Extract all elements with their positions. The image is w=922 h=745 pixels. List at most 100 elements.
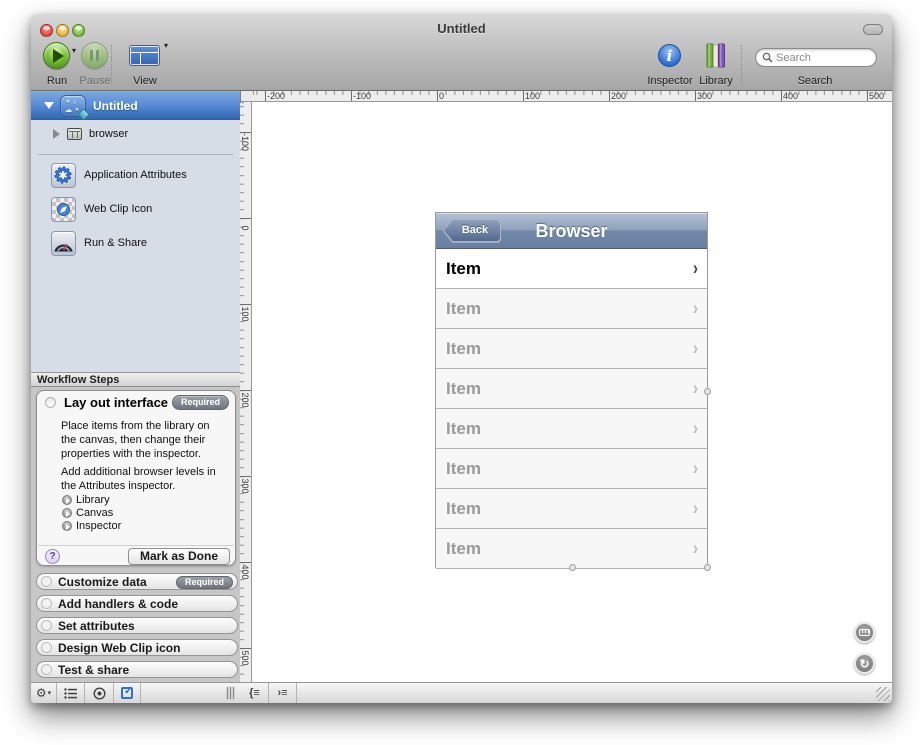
workflow-link[interactable]: Inspector	[62, 520, 121, 532]
chevron-right-icon: ›	[693, 497, 698, 519]
stack-trace-button[interactable]: ›≡	[269, 683, 297, 703]
step-status-circle	[41, 576, 52, 587]
workflow-step-collapsed[interactable]: Test & share	[36, 661, 238, 678]
record-target-button[interactable]	[85, 683, 114, 703]
inspector-button[interactable]: i Inspector	[658, 42, 682, 67]
mark-as-done-button[interactable]: Mark as Done	[128, 548, 230, 565]
sidebar-item-project[interactable]: ⚬ ♪ ☁ ⚬ Untitled	[31, 91, 240, 120]
pause-button[interactable]: Pause	[81, 42, 109, 69]
step-status-circle	[41, 620, 52, 631]
list-view-button[interactable]	[57, 683, 85, 703]
workflow-step-collapsed[interactable]: Design Web Clip icon	[36, 639, 238, 656]
workflow-step-collapsed[interactable]: Add handlers & code	[36, 595, 238, 612]
help-button[interactable]: ?	[45, 549, 60, 564]
step-status-circle[interactable]	[45, 397, 56, 408]
workflow-link[interactable]: Canvas	[62, 507, 113, 519]
pause-icon	[81, 42, 108, 69]
ruler-label: 100	[525, 91, 540, 101]
row-label: Item	[446, 459, 481, 479]
title-bar[interactable]: Untitled	[31, 14, 892, 42]
disclosure-closed-icon[interactable]	[53, 129, 60, 139]
resize-handle-bottom[interactable]	[569, 564, 576, 571]
workflow-step-collapsed[interactable]: Customize data Required	[36, 573, 238, 590]
chevron-right-icon: ›	[693, 297, 698, 319]
browser-list-icon	[67, 128, 82, 140]
step-paragraph: Add additional browser levels in the Att…	[61, 465, 227, 493]
edit-check-button[interactable]	[114, 683, 141, 703]
sidebar-item-run-share[interactable]: Run & Share	[31, 229, 240, 257]
back-button[interactable]: Back	[443, 219, 501, 242]
ruler-label: 300	[240, 472, 250, 500]
steps-source-button[interactable]: {≡	[241, 683, 269, 703]
ruler-label: 500	[869, 91, 884, 101]
inspector-icon: i	[658, 44, 681, 67]
mockup-list-row[interactable]: Item ›	[436, 249, 707, 289]
browser-label: browser	[89, 128, 128, 140]
step-title: Lay out interface	[64, 395, 168, 410]
step-label: Set attributes	[58, 619, 135, 633]
library-books-icon	[704, 42, 728, 68]
workflow-link[interactable]: Library	[62, 494, 110, 506]
sidebar-divider	[38, 154, 233, 155]
braces-list-icon: {≡	[249, 687, 260, 699]
view-dropdown-arrow[interactable]: ▾	[164, 41, 168, 50]
mockup-list-row[interactable]: Item ›	[436, 409, 707, 449]
link-label: Canvas	[76, 507, 113, 519]
chevron-right-icon: ›	[693, 337, 698, 359]
window-resize-grip[interactable]	[876, 687, 890, 701]
rotate-button[interactable]: ↻	[854, 653, 875, 674]
sidebar-item-application-attributes[interactable]: ✱ Application Attributes	[31, 161, 240, 189]
view-button[interactable]: ▾ View	[129, 42, 161, 66]
mockup-list-row[interactable]: Item ›	[436, 449, 707, 489]
search-input[interactable]	[776, 52, 866, 64]
ruler-icon	[859, 629, 870, 636]
pane-drag-grip[interactable]	[227, 687, 239, 699]
sidebar-item-browser[interactable]: browser	[31, 120, 240, 147]
workflow-step-collapsed[interactable]: Set attributes	[36, 617, 238, 634]
search-field[interactable]	[755, 48, 877, 67]
run-dropdown-arrow[interactable]: ▾	[72, 46, 76, 55]
design-canvas[interactable]: Browser Back Item › Item › Item › Item ›…	[252, 102, 892, 682]
workflow-active-step: Lay out interface Required Place items f…	[36, 390, 236, 566]
toolbar-toggle-button[interactable]	[863, 24, 883, 35]
mockup-list-row[interactable]: Item ›	[436, 329, 707, 369]
view-label: View	[109, 75, 181, 87]
sidebar-item-web-clip-icon[interactable]: Web Clip Icon	[31, 195, 240, 223]
library-button[interactable]: Library	[703, 42, 729, 73]
mockup-list-row[interactable]: Item ›	[436, 529, 707, 569]
ruler-label: 300	[697, 91, 712, 101]
gear-menu-button[interactable]: ⚙▾	[31, 683, 57, 703]
chevron-down-icon: ▾	[48, 689, 52, 697]
mockup-list-row[interactable]: Item ›	[436, 369, 707, 409]
ruler-label: 100	[240, 300, 250, 328]
view-icon	[129, 45, 160, 66]
list-icon	[64, 688, 77, 699]
ruler-label: -100	[240, 128, 250, 156]
step-status-circle	[41, 664, 52, 675]
toolbar-separator	[741, 45, 742, 85]
ruler-label: 200	[240, 386, 250, 414]
workflow-steps-header: Workflow Steps	[31, 372, 240, 387]
step-status-circle	[41, 598, 52, 609]
browser-mockup[interactable]: Browser Back Item › Item › Item › Item ›…	[435, 212, 708, 568]
link-bullet-icon	[62, 508, 72, 518]
run-button[interactable]: ▾ Run	[43, 42, 71, 69]
ruler-label: -200	[267, 91, 285, 101]
step-label: Design Web Clip icon	[58, 641, 180, 655]
required-badge: Required	[176, 576, 233, 589]
mockup-list-row[interactable]: Item ›	[436, 289, 707, 329]
mockup-list-row[interactable]: Item ›	[436, 489, 707, 529]
ruler-toggle-button[interactable]	[854, 622, 875, 643]
step-label: Add handlers & code	[58, 597, 178, 611]
back-button-label: Back	[444, 220, 500, 241]
search-group-label: Search	[775, 75, 855, 87]
project-label: Untitled	[93, 99, 138, 113]
disclosure-open-icon[interactable]	[44, 102, 54, 109]
mockup-header[interactable]: Browser Back	[436, 213, 707, 249]
resize-handle-right[interactable]	[704, 388, 711, 395]
link-label: Inspector	[76, 520, 121, 532]
workflow-panel: Lay out interface Required Place items f…	[31, 387, 240, 682]
svg-text:✱: ✱	[58, 170, 67, 182]
step-label: Customize data	[58, 575, 147, 589]
resize-handle-corner[interactable]	[704, 564, 711, 571]
